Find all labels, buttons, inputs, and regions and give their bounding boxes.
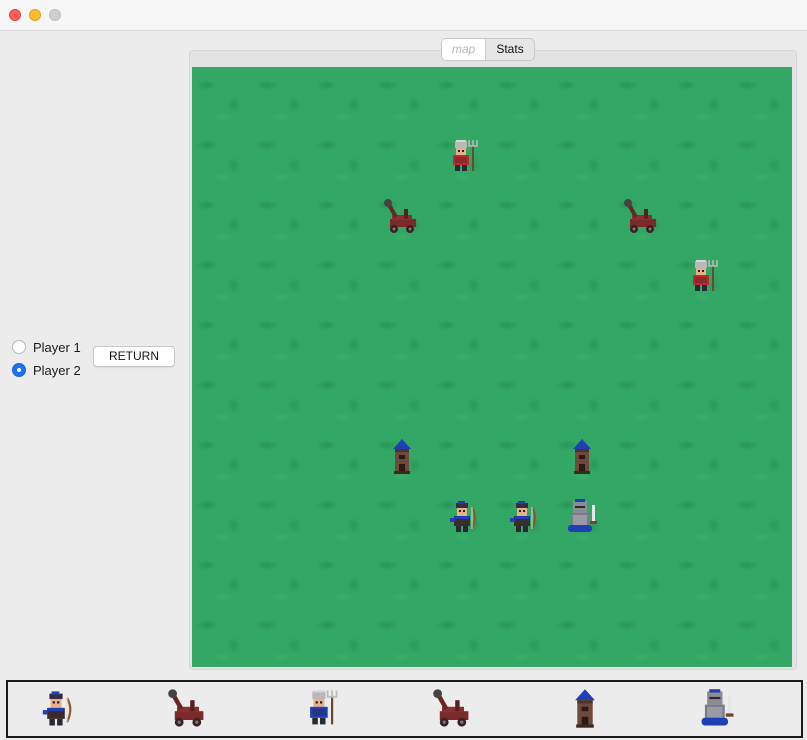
tray-pitchfork-peasant-button[interactable]	[298, 687, 342, 731]
blue-knight-unit[interactable]	[562, 497, 602, 537]
tray-knight-button[interactable]	[695, 687, 739, 731]
tray-catapult-button[interactable]	[166, 687, 210, 731]
close-window-button[interactable]	[9, 9, 21, 21]
knight-icon	[568, 499, 597, 532]
maximize-window-button[interactable]	[49, 9, 61, 21]
app-window: Player 1 Player 2 RETURN map Stats	[0, 0, 807, 740]
archer-icon	[450, 501, 476, 532]
game-map[interactable]	[192, 67, 792, 667]
archer-icon	[510, 501, 536, 532]
red-catapult-unit[interactable]	[382, 197, 422, 237]
knight-icon	[701, 689, 734, 726]
tab-bar: map Stats	[441, 38, 535, 61]
player-2-radio[interactable]: Player 2	[12, 361, 81, 379]
radio-circle-icon[interactable]	[12, 363, 26, 377]
tray-catapult-button[interactable]	[431, 687, 475, 731]
tray-archer-button[interactable]	[34, 687, 78, 731]
tower-icon	[574, 689, 595, 728]
player-2-label: Player 2	[33, 362, 81, 378]
pitchfork-peasant-icon	[453, 140, 478, 171]
minimize-window-button[interactable]	[29, 9, 41, 21]
tab-map[interactable]: map	[442, 39, 487, 60]
unit-selection-tray	[6, 680, 803, 738]
catapult-icon	[624, 199, 656, 233]
blue-tower-unit[interactable]	[382, 437, 422, 477]
tower-icon	[573, 439, 591, 474]
red-pitchfork-peasant-unit[interactable]	[682, 257, 722, 297]
pitchfork-peasant-icon	[693, 260, 718, 291]
catapult-icon	[168, 689, 204, 727]
player-1-radio[interactable]: Player 1	[12, 338, 81, 356]
archer-icon	[42, 691, 72, 726]
radio-circle-icon[interactable]	[12, 340, 26, 354]
pitchfork-peasant-icon	[310, 690, 338, 725]
tray-tower-button[interactable]	[563, 687, 607, 731]
catapult-icon	[384, 199, 416, 233]
blue-archer-unit[interactable]	[502, 497, 542, 537]
title-bar	[0, 0, 807, 31]
catapult-icon	[432, 689, 468, 727]
blue-tower-unit[interactable]	[562, 437, 602, 477]
tower-icon	[393, 439, 411, 474]
player-1-label: Player 1	[33, 339, 81, 355]
return-button[interactable]: RETURN	[93, 346, 175, 367]
blue-archer-unit[interactable]	[442, 497, 482, 537]
tab-stats[interactable]: Stats	[486, 39, 533, 60]
red-catapult-unit[interactable]	[622, 197, 662, 237]
red-pitchfork-peasant-unit[interactable]	[442, 137, 482, 177]
